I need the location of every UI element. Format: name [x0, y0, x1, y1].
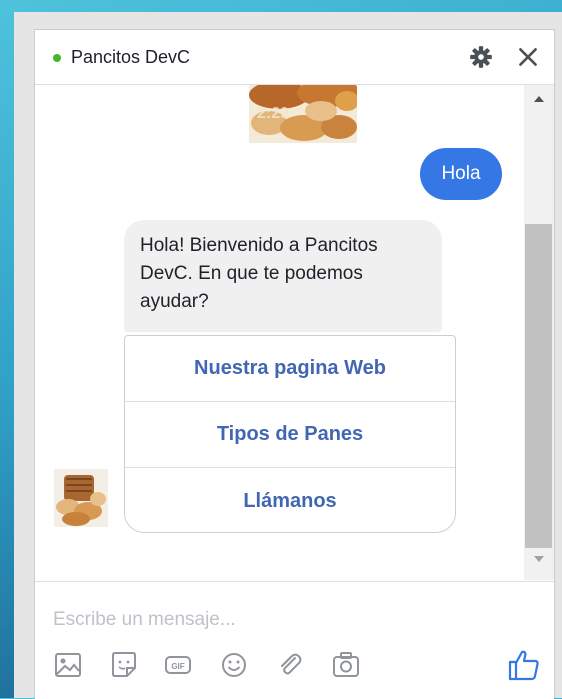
online-status-dot — [53, 54, 61, 62]
scroll-down-arrow-icon[interactable] — [533, 555, 545, 563]
svg-text:GIF: GIF — [171, 662, 184, 671]
attach-icon[interactable] — [275, 650, 305, 680]
bot-avatar — [54, 469, 108, 527]
scrollbar-thumb[interactable] — [525, 224, 552, 548]
user-message-bubble: Hola — [420, 148, 502, 200]
message-timestamp: 2:29 — [257, 105, 290, 122]
message-scrollbar[interactable] — [524, 85, 554, 580]
close-icon[interactable] — [515, 44, 541, 70]
bot-message-bubble: Hola! Bienvenido a Pancitos DevC. En que… — [124, 220, 442, 332]
quick-reply-llamanos[interactable]: Llámanos — [125, 468, 455, 532]
quick-reply-tipos-panes[interactable]: Tipos de Panes — [125, 402, 455, 468]
quick-replies: Nuestra pagina Web Tipos de Panes Lláman… — [124, 335, 456, 533]
chat-window: Pancitos DevC 2:29 Hola Hola! Bienvenido… — [34, 29, 555, 699]
gif-icon[interactable]: GIF — [163, 650, 193, 680]
image-icon[interactable] — [53, 650, 83, 680]
chat-title: Pancitos DevC — [71, 47, 191, 67]
quick-reply-web[interactable]: Nuestra pagina Web — [125, 336, 455, 402]
gear-icon[interactable] — [468, 44, 494, 70]
message-list: 2:29 Hola Hola! Bienvenido a Pancitos De… — [35, 85, 524, 580]
composer: GIF — [35, 581, 554, 699]
emoji-icon[interactable] — [219, 650, 249, 680]
scroll-up-arrow-icon[interactable] — [533, 95, 545, 103]
like-icon[interactable] — [507, 648, 541, 682]
sticker-icon[interactable] — [109, 650, 139, 680]
message-input[interactable] — [51, 604, 475, 636]
camera-icon[interactable] — [331, 650, 361, 680]
chat-header: Pancitos DevC — [35, 30, 554, 85]
